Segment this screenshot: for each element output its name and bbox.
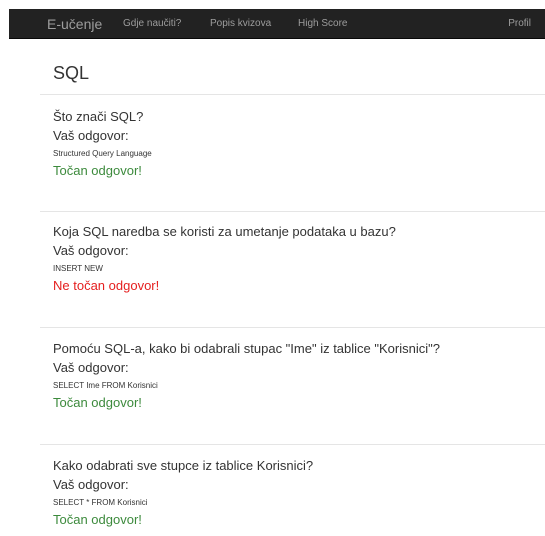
question-block: Koja SQL naredba se koristi za umetanje … xyxy=(53,224,533,294)
answer-label: Vaš odgovor: xyxy=(53,243,129,258)
question-block: Pomoću SQL-a, kako bi odabrali stupac "I… xyxy=(53,341,533,411)
top-navbar: E-učenje Gdje naučiti? Popis kvizova Hig… xyxy=(9,9,545,39)
question-text: Što znači SQL? xyxy=(53,109,144,124)
result-correct: Točan odgovor! xyxy=(53,395,142,410)
page: E-učenje Gdje naučiti? Popis kvizova Hig… xyxy=(0,0,545,536)
result-correct: Točan odgovor! xyxy=(53,512,142,527)
nav-link-popis-kvizova[interactable]: Popis kvizova xyxy=(210,18,271,30)
user-answer: Structured Query Language xyxy=(53,149,152,158)
brand-link[interactable]: E-učenje xyxy=(47,16,102,32)
divider xyxy=(40,444,545,445)
page-title: SQL xyxy=(53,63,90,83)
user-answer: SELECT * FROM Korisnici xyxy=(53,498,148,507)
divider xyxy=(40,327,545,328)
answer-label: Vaš odgovor: xyxy=(53,128,129,143)
result-correct: Točan odgovor! xyxy=(53,163,142,178)
question-block: Kako odabrati sve stupce iz tablice Kori… xyxy=(53,458,533,528)
question-block: Što znači SQL? Vaš odgovor: Structured Q… xyxy=(53,109,533,179)
nav-link-gdje-nauciti[interactable]: Gdje naučiti? xyxy=(123,18,181,30)
divider xyxy=(40,211,545,212)
nav-link-profil[interactable]: Profil xyxy=(508,18,531,30)
divider xyxy=(40,94,545,95)
user-answer: INSERT NEW xyxy=(53,264,103,273)
nav-link-high-score[interactable]: High Score xyxy=(298,18,347,30)
answer-label: Vaš odgovor: xyxy=(53,360,129,375)
question-text: Koja SQL naredba se koristi za umetanje … xyxy=(53,224,396,239)
answer-label: Vaš odgovor: xyxy=(53,477,129,492)
result-incorrect: Ne točan odgovor! xyxy=(53,278,160,293)
question-text: Pomoću SQL-a, kako bi odabrali stupac "I… xyxy=(53,341,440,356)
question-text: Kako odabrati sve stupce iz tablice Kori… xyxy=(53,458,314,473)
user-answer: SELECT Ime FROM Korisnici xyxy=(53,381,158,390)
